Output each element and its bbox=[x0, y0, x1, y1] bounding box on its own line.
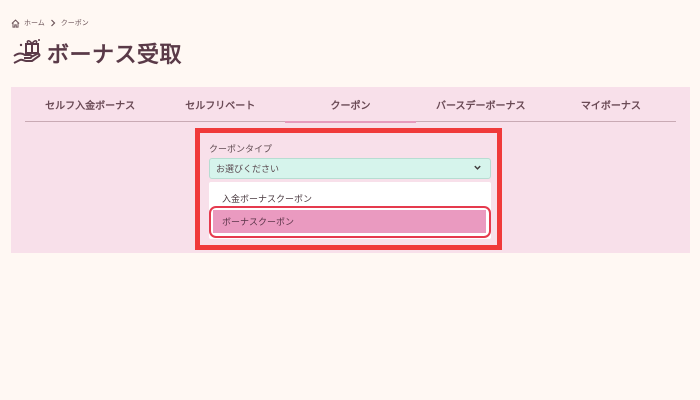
breadcrumb-home-link[interactable]: ホーム bbox=[24, 18, 45, 28]
page-title: ボーナス受取 bbox=[47, 43, 183, 68]
chevron-right-icon bbox=[49, 19, 57, 27]
chevron-down-icon bbox=[473, 163, 482, 175]
tab-birthday-bonus[interactable]: バースデーボーナス bbox=[416, 95, 546, 121]
tab-self-deposit-bonus[interactable]: セルフ入金ボーナス bbox=[25, 95, 155, 121]
coupon-type-select[interactable]: お選びください bbox=[209, 158, 491, 179]
option-bonus-coupon-label: ボーナスクーポン bbox=[222, 218, 295, 228]
coupon-type-label: クーポンタイプ bbox=[209, 145, 273, 155]
bonus-tabs: セルフ入金ボーナス セルフリベート クーポン バースデーボーナス マイボーナス bbox=[25, 95, 676, 123]
gift-hand-icon bbox=[12, 37, 42, 69]
breadcrumb-current: クーポン bbox=[60, 19, 89, 27]
coupon-panel: セルフ入金ボーナス セルフリベート クーポン バースデーボーナス マイボーナス … bbox=[11, 87, 690, 253]
select-value: お選びください bbox=[216, 165, 280, 175]
page-title-row: ボーナス受取 bbox=[12, 38, 182, 68]
option-deposit-bonus-coupon[interactable]: 入金ボーナスクーポン bbox=[222, 192, 312, 205]
coupon-type-dropdown: 入金ボーナスクーポン ボーナスクーポン bbox=[209, 182, 491, 239]
option-bonus-coupon[interactable]: ボーナスクーポン bbox=[213, 210, 486, 233]
tab-coupon[interactable]: クーポン bbox=[285, 95, 416, 123]
breadcrumb: ホーム クーポン bbox=[11, 16, 89, 30]
home-icon[interactable] bbox=[11, 18, 20, 28]
tab-self-rebate[interactable]: セルフリベート bbox=[155, 95, 285, 121]
tab-my-bonus[interactable]: マイボーナス bbox=[546, 95, 676, 121]
